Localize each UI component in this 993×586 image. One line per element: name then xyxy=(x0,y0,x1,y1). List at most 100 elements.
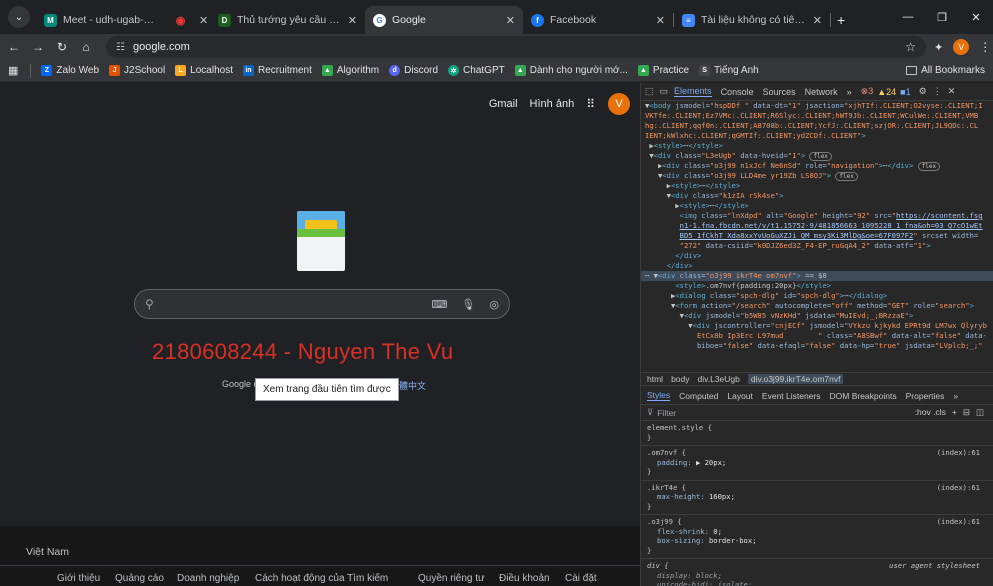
dom-line[interactable]: ▶<style>⋯</style> xyxy=(645,141,990,151)
all-bookmarks[interactable]: All Bookmarks xyxy=(906,65,985,76)
inspect-icon[interactable]: ⬚ xyxy=(645,86,654,97)
dom-line[interactable]: BD5_1fCkhT_Xda8xxYvUoGuXZJi_QM_msy3Ki3Ml… xyxy=(645,231,990,241)
dom-line[interactable]: </div> xyxy=(645,251,990,261)
tab-properties[interactable]: Properties xyxy=(906,391,945,401)
apps-grid-icon[interactable]: ▦ xyxy=(8,64,18,77)
restore-icon[interactable]: ❐ xyxy=(925,11,959,24)
dom-line-selected[interactable]: ⋯ ▼<div class="o3j99 ikrT4e om7nvf"> == … xyxy=(641,271,993,281)
address-bar[interactable]: ☷ google.com ☆ xyxy=(106,36,926,58)
extensions-icon[interactable]: ✦ xyxy=(934,41,943,54)
bookmark-beginners[interactable]: ▲ Dành cho người mớ... xyxy=(514,65,628,76)
menu-icon[interactable]: ⋮ xyxy=(979,40,991,54)
tab-google-docs[interactable]: ≡ Tài liệu không có tiêu đề - Goo ✕ xyxy=(674,6,830,34)
bookmark-star-icon[interactable]: ☆ xyxy=(905,40,916,54)
computed-toggle-icon[interactable]: ⊟ xyxy=(963,407,970,418)
bookmark-english[interactable]: S Tiếng Anh xyxy=(699,65,759,76)
tab-dom-breakpoints[interactable]: DOM Breakpoints xyxy=(830,391,897,401)
close-devtools-icon[interactable]: ✕ xyxy=(948,86,956,97)
keyboard-icon[interactable]: ⌨ xyxy=(432,298,448,311)
voice-search-icon[interactable]: 🎙 xyxy=(461,298,475,311)
error-count[interactable]: ⊗3 xyxy=(861,86,874,97)
close-tab-icon[interactable]: ✕ xyxy=(506,14,515,27)
search-box[interactable]: ⚲ ⌨ 🎙 ◎ xyxy=(134,289,510,319)
dom-tree[interactable]: ▼<body jsmodel="hspDDf " data-dt="1" jsa… xyxy=(641,101,993,372)
dom-line[interactable]: ▼<body jsmodel="hspDDf " data-dt="1" jsa… xyxy=(645,101,990,111)
rule-om7nvf[interactable]: (index):61 .om7nvf { padding: ▶ 20px; } xyxy=(641,446,993,481)
tab-recording[interactable]: ◉ ✕ xyxy=(166,6,210,34)
footer-link-ads[interactable]: Quảng cáo xyxy=(115,573,164,584)
bookmark-recruitment[interactable]: in Recruitment xyxy=(242,65,312,76)
tab-meet[interactable]: M Meet - udh-ugab-gry xyxy=(36,6,166,34)
dom-line[interactable]: ▶<style>⋯</style> xyxy=(645,201,990,211)
dom-line[interactable]: EtCx8b Ip3Erc L97mud " class="A8SBwf" da… xyxy=(645,331,990,341)
bookmark-discord[interactable]: d Discord xyxy=(389,65,438,76)
bookmark-chatgpt[interactable]: ✲ ChatGPT xyxy=(448,65,505,76)
close-tab-icon[interactable]: ✕ xyxy=(199,14,208,27)
breadcrumb-item[interactable]: html xyxy=(647,374,663,384)
add-rule-icon[interactable]: + xyxy=(952,407,957,418)
home-icon[interactable]: ⌂ xyxy=(76,40,96,54)
styles-filter[interactable]: ⊽ Filter :hov .cls + ⊟ ◫ xyxy=(641,405,993,421)
footer-link-business[interactable]: Doanh nghiệp xyxy=(177,573,239,584)
dom-line[interactable]: ▶<div class="o3j99 n1xJcf Ne6nSd" role="… xyxy=(645,161,990,171)
dom-line[interactable]: ▼<div jsmodel="b5W85 vNzKHd" jsdata="MuI… xyxy=(645,311,990,321)
forward-icon[interactable]: → xyxy=(28,40,48,54)
tab-search-button[interactable]: ⌄ xyxy=(8,6,30,28)
google-doodle[interactable] xyxy=(297,211,345,271)
breadcrumb-item[interactable]: body xyxy=(671,374,689,384)
bookmark-localhost[interactable]: L Localhost xyxy=(175,65,233,76)
footer-link-about[interactable]: Giới thiệu xyxy=(57,573,100,584)
dom-line[interactable]: <style>.om7nvf{padding:20px}</style> xyxy=(645,281,990,291)
back-icon[interactable]: ← xyxy=(4,40,24,54)
device-toolbar-icon[interactable]: ▭ xyxy=(660,86,669,97)
rule-source[interactable]: (index):61 xyxy=(937,483,980,493)
dom-line[interactable]: <img class="lnXdpd" alt="Google" height=… xyxy=(645,211,990,221)
dom-line[interactable]: ▼<div class="o3j99 LLD4me yr19Zb LS8OJ">… xyxy=(645,171,990,181)
close-window-icon[interactable]: ✕ xyxy=(959,11,993,24)
close-tab-icon[interactable]: ✕ xyxy=(348,14,357,27)
reload-icon[interactable]: ↻ xyxy=(52,40,72,54)
tab-network[interactable]: Network xyxy=(805,87,838,97)
minimize-icon[interactable]: — xyxy=(891,11,925,23)
tab-facebook[interactable]: f Facebook ✕ xyxy=(523,6,673,34)
bookmark-j2school[interactable]: J J2School xyxy=(109,65,165,76)
dom-line[interactable]: ▶<dialog class="spch-dlg" id="spch-dlg">… xyxy=(645,291,990,301)
dom-line[interactable]: VKTfe:.CLIENT;Ez7VMc:.CLIENT;R6Slyc:.CLI… xyxy=(645,111,990,121)
google-apps-icon[interactable]: ⠿ xyxy=(586,97,596,111)
tab-console[interactable]: Console xyxy=(721,87,754,97)
tab-computed[interactable]: Computed xyxy=(679,391,718,401)
tab-layout[interactable]: Layout xyxy=(727,391,753,401)
new-tab-icon[interactable]: + xyxy=(837,12,845,28)
more-pane-tabs-icon[interactable]: » xyxy=(953,391,958,401)
footer-link-settings[interactable]: Cài đặt xyxy=(565,573,597,584)
lens-icon[interactable]: ◎ xyxy=(489,298,499,311)
breadcrumb-item[interactable]: div.L3eUgb xyxy=(698,374,740,384)
dom-line[interactable]: IENT;kWlxhc:.CLIENT;qGMTIf:.CLIENT;ydZCD… xyxy=(645,131,990,141)
site-settings-icon[interactable]: ☷ xyxy=(116,42,125,53)
info-count[interactable]: ■1 xyxy=(900,87,910,97)
dom-line[interactable]: ▼<form action="/search" autocomplete="of… xyxy=(645,301,990,311)
rule-source[interactable]: (index):61 xyxy=(937,517,980,527)
dom-line[interactable]: "272" data-csiid="k0DJZ6ed3Z_F4-EP_ruGqA… xyxy=(645,241,990,251)
rule-ikrt4e[interactable]: (index):61 .ikrT4e { max-height: 160px; … xyxy=(641,481,993,515)
tab-event-listeners[interactable]: Event Listeners xyxy=(762,391,821,401)
footer-link-how-search-works[interactable]: Cách hoạt động của Tìm kiếm xyxy=(255,573,388,584)
tab-elements[interactable]: Elements xyxy=(674,86,712,97)
dom-line[interactable]: n1-1.fna.fbcdn.net/v/t1.15752-9/48185666… xyxy=(645,221,990,231)
tab-styles[interactable]: Styles xyxy=(647,390,671,401)
dom-line[interactable]: ▼<div class="k1zIA rSk4se"> xyxy=(645,191,990,201)
rule-o3j99[interactable]: (index):61 .o3j99 { flex-shrink: 0; box-… xyxy=(641,515,993,559)
bookmark-practice[interactable]: ▲ Practice xyxy=(637,65,689,76)
settings-gear-icon[interactable]: ⚙ xyxy=(919,86,927,97)
profile-avatar[interactable]: V xyxy=(953,39,970,55)
dom-line[interactable]: </div> xyxy=(645,261,990,271)
rule-div-user-agent[interactable]: user agent stylesheet div { display: blo… xyxy=(641,559,993,586)
tab-news[interactable]: D Thủ tướng yêu cầu kiểm điểm t ✕ xyxy=(210,6,365,34)
dom-line[interactable]: ▼<div jscontroller="cnjECf" jsmodel="VYk… xyxy=(645,321,990,331)
dom-line[interactable]: biboe="false" data-efaql="false" data-hp… xyxy=(645,341,990,351)
dom-line[interactable]: ▶<style>⋯</style> xyxy=(645,181,990,191)
gmail-link[interactable]: Gmail xyxy=(489,98,518,110)
breadcrumb-item-active[interactable]: div.o3j99.ikrT4e.om7nvf xyxy=(747,374,844,384)
footer-link-terms[interactable]: Điều khoản xyxy=(499,573,550,584)
account-avatar[interactable]: V xyxy=(608,93,630,115)
